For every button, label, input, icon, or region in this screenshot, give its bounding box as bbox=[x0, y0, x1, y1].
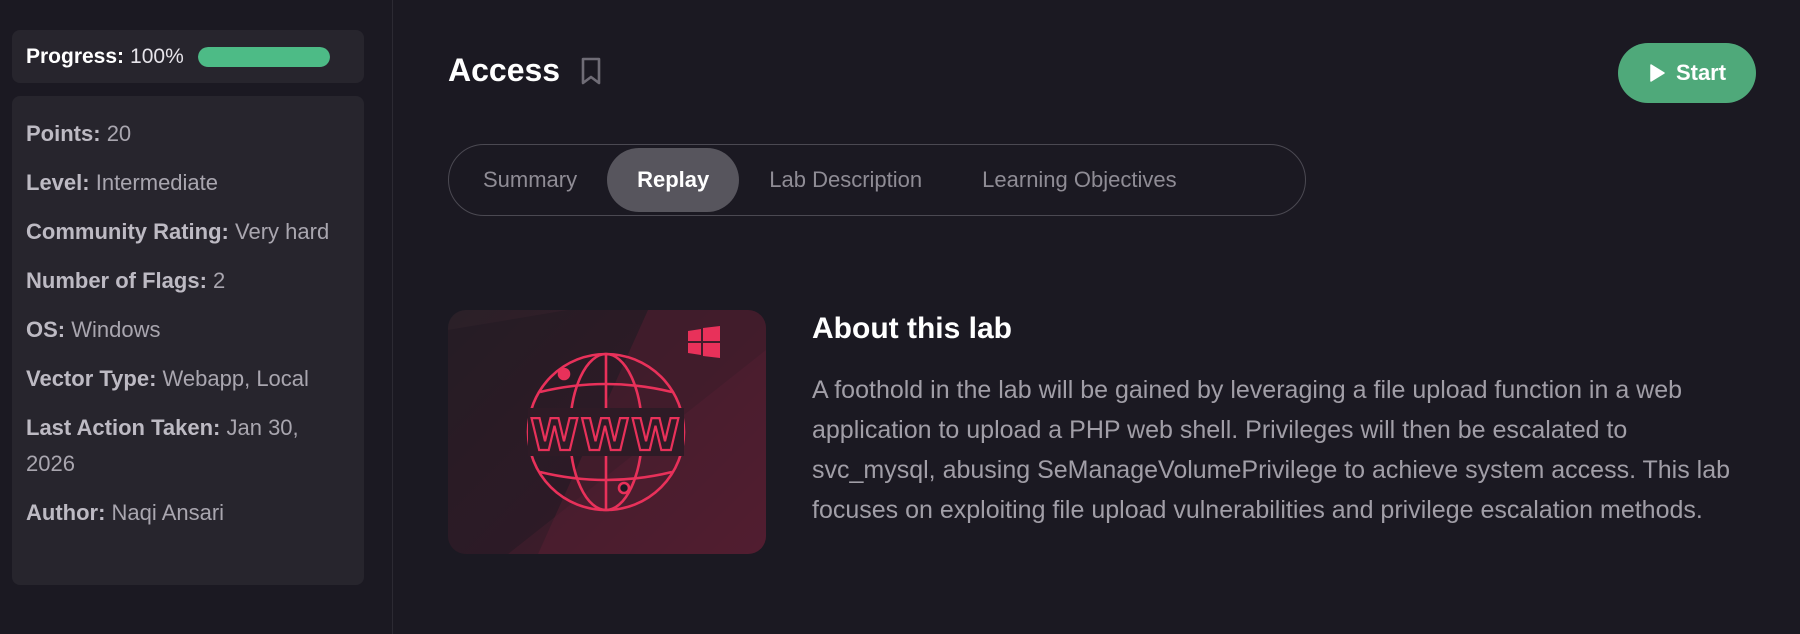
info-vector-type: Vector Type: Webapp, Local bbox=[26, 361, 350, 397]
about-title: About this lab bbox=[812, 312, 1012, 345]
info-level: Level: Intermediate bbox=[26, 165, 350, 201]
info-value: Very hard bbox=[235, 219, 330, 244]
info-os: OS: Windows bbox=[26, 312, 350, 348]
info-value: 20 bbox=[106, 121, 132, 146]
main-content: Access Start Summary Replay Lab Descript… bbox=[394, 0, 1800, 634]
tab-replay[interactable]: Replay bbox=[607, 148, 740, 212]
tab-lab-description[interactable]: Lab Description bbox=[739, 148, 952, 212]
info-key: OS: bbox=[26, 317, 66, 342]
info-last-action: Last Action Taken: Jan 30, 2026 bbox=[26, 410, 350, 482]
info-key: Points: bbox=[26, 121, 101, 146]
bookmark-icon[interactable] bbox=[578, 56, 604, 86]
info-key: Level: bbox=[26, 170, 90, 195]
globe-www-icon: WWW bbox=[526, 352, 686, 512]
start-button-label: Start bbox=[1675, 60, 1727, 85]
page-title: Access bbox=[448, 52, 561, 88]
info-author: Author: Naqi Ansari bbox=[26, 495, 350, 531]
info-value: Windows bbox=[71, 317, 161, 342]
info-key: Number of Flags: bbox=[26, 268, 207, 293]
tab-learning-objectives[interactable]: Learning Objectives bbox=[952, 148, 1206, 212]
info-key: Vector Type: bbox=[26, 366, 157, 391]
info-value: 2 bbox=[213, 268, 226, 293]
progress-label: Progress: bbox=[26, 44, 125, 68]
lab-thumbnail: WWW bbox=[448, 310, 766, 554]
sidebar: Progress: 100% Points: 20 Level: Interme… bbox=[0, 0, 393, 634]
info-key: Last Action Taken: bbox=[26, 415, 221, 440]
info-community-rating: Community Rating: Very hard bbox=[26, 214, 350, 250]
progress-card: Progress: 100% bbox=[12, 30, 364, 83]
info-value: Webapp, Local bbox=[162, 366, 309, 391]
title-row: Access bbox=[448, 52, 604, 89]
info-key: Author: bbox=[26, 500, 106, 525]
info-number-of-flags: Number of Flags: 2 bbox=[26, 263, 350, 299]
play-icon bbox=[1650, 64, 1665, 82]
lab-info-card: Points: 20 Level: Intermediate Community… bbox=[12, 96, 364, 585]
svg-text:WWW: WWW bbox=[530, 410, 682, 461]
tab-summary[interactable]: Summary bbox=[453, 148, 607, 212]
about-description: A foothold in the lab will be gained by … bbox=[812, 376, 1731, 524]
info-value: Naqi Ansari bbox=[111, 500, 225, 525]
info-points: Points: 20 bbox=[26, 116, 350, 152]
info-value: Intermediate bbox=[95, 170, 219, 195]
info-key: Community Rating: bbox=[26, 219, 229, 244]
start-button[interactable]: Start bbox=[1618, 43, 1756, 103]
progress-bar bbox=[197, 46, 330, 67]
progress-bar-fill bbox=[197, 46, 330, 67]
tab-bar: Summary Replay Lab Description Learning … bbox=[448, 144, 1306, 216]
progress-value: 100% bbox=[130, 44, 184, 68]
